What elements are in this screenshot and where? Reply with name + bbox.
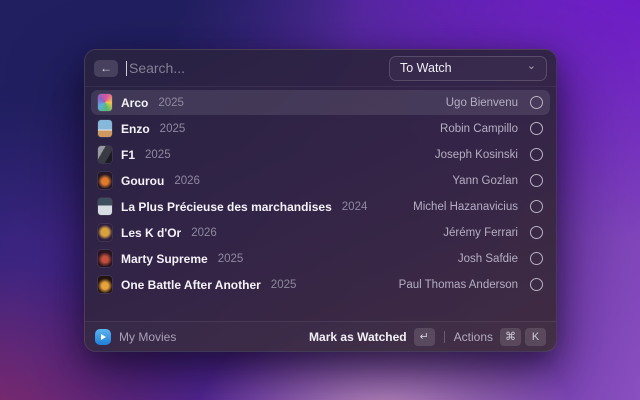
list-item-les-k-dor[interactable]: Les K d'Or 2026 Jérémy Ferrari: [91, 220, 550, 245]
watched-checkbox[interactable]: [530, 252, 543, 265]
desktop-background: ← To Watch ⌄ Arco 2025 Ugo Bienvenu: [0, 0, 640, 400]
watched-checkbox[interactable]: [530, 200, 543, 213]
movie-director: Ugo Bienvenu: [446, 97, 518, 109]
movie-poster-icon: [98, 120, 112, 137]
arrow-left-icon: ←: [100, 62, 112, 74]
watched-checkbox[interactable]: [530, 226, 543, 239]
text-caret: [126, 61, 127, 76]
watched-checkbox[interactable]: [530, 148, 543, 161]
command-key-icon: ⌘: [500, 328, 521, 346]
movie-year: 2026: [174, 175, 200, 187]
list-item-la-plus-precieuse[interactable]: La Plus Précieuse des marchandises 2024 …: [91, 194, 550, 219]
list-item-marty-supreme[interactable]: Marty Supreme 2025 Josh Safdie: [91, 246, 550, 271]
movie-poster-icon: [98, 172, 112, 189]
actions-button[interactable]: Actions: [454, 330, 493, 344]
movie-director: Josh Safdie: [458, 253, 518, 265]
movie-director: Paul Thomas Anderson: [399, 279, 518, 291]
watched-checkbox[interactable]: [530, 174, 543, 187]
mark-as-watched-button[interactable]: Mark as Watched: [309, 330, 407, 344]
movie-poster-icon: [98, 94, 112, 111]
movie-poster-icon: [98, 146, 112, 163]
action-bar: My Movies Mark as Watched ↵ Actions ⌘ K: [85, 321, 556, 351]
movie-launcher-window: ← To Watch ⌄ Arco 2025 Ugo Bienvenu: [84, 49, 557, 352]
movie-title: Marty Supreme: [121, 252, 208, 266]
movie-poster-icon: [98, 250, 112, 267]
movie-title: One Battle After Another: [121, 278, 261, 292]
list-item-one-battle-after-another[interactable]: One Battle After Another 2025 Paul Thoma…: [91, 272, 550, 297]
movie-year: 2025: [160, 123, 186, 135]
chevron-down-icon: ⌄: [527, 63, 536, 70]
filter-dropdown-value: To Watch: [400, 61, 452, 75]
list-item-arco[interactable]: Arco 2025 Ugo Bienvenu: [91, 90, 550, 115]
list-item-f1[interactable]: F1 2025 Joseph Kosinski: [91, 142, 550, 167]
filter-dropdown[interactable]: To Watch ⌄: [389, 56, 547, 81]
movie-title: Arco: [121, 96, 148, 110]
movie-poster-icon: [98, 198, 112, 215]
movie-year: 2025: [158, 97, 184, 109]
movie-year: 2025: [271, 279, 297, 291]
app-name: My Movies: [119, 330, 176, 344]
movie-list: Arco 2025 Ugo Bienvenu Enzo 2025 Robin C…: [85, 87, 556, 321]
movie-title: Gourou: [121, 174, 164, 188]
movie-title: La Plus Précieuse des marchandises: [121, 200, 332, 214]
movie-director: Joseph Kosinski: [435, 149, 518, 161]
movie-title: F1: [121, 148, 135, 162]
k-key-icon: K: [525, 328, 546, 346]
back-button[interactable]: ←: [94, 60, 118, 77]
return-key-icon: ↵: [414, 328, 435, 346]
movie-title: Enzo: [121, 122, 150, 136]
movie-poster-icon: [98, 276, 112, 293]
list-item-enzo[interactable]: Enzo 2025 Robin Campillo: [91, 116, 550, 141]
movie-director: Yann Gozlan: [452, 175, 518, 187]
search-input[interactable]: [129, 60, 389, 76]
watched-checkbox[interactable]: [530, 96, 543, 109]
search-header: ← To Watch ⌄: [85, 50, 556, 87]
my-movies-app-icon: [95, 329, 111, 345]
movie-director: Michel Hazanavicius: [413, 201, 518, 213]
play-icon: [101, 334, 106, 340]
movie-year: 2026: [191, 227, 217, 239]
movie-director: Jérémy Ferrari: [443, 227, 518, 239]
movie-title: Les K d'Or: [121, 226, 181, 240]
movie-year: 2025: [145, 149, 171, 161]
movie-poster-icon: [98, 224, 112, 241]
movie-director: Robin Campillo: [440, 123, 518, 135]
movie-year: 2024: [342, 201, 368, 213]
list-item-gourou[interactable]: Gourou 2026 Yann Gozlan: [91, 168, 550, 193]
divider: [444, 331, 445, 343]
watched-checkbox[interactable]: [530, 278, 543, 291]
watched-checkbox[interactable]: [530, 122, 543, 135]
movie-year: 2025: [218, 253, 244, 265]
search-field-wrap: [126, 60, 389, 76]
